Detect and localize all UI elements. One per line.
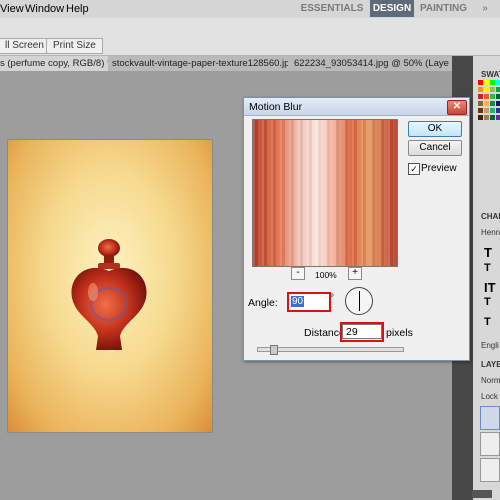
zoom-out-button[interactable]: - [291, 267, 305, 280]
blur-preview[interactable] [252, 119, 398, 267]
tab-label: stockvault-vintage-paper-texture128560.j… [112, 58, 288, 69]
tracking-icon[interactable]: T [484, 296, 491, 308]
workspace-essentials[interactable]: ESSENTIALS [300, 0, 364, 17]
character-panel-tab[interactable]: CHAR [481, 212, 500, 221]
workspace-design[interactable]: DESIGN [370, 0, 414, 17]
swatches-grid[interactable] [478, 80, 500, 150]
motion-blur-dialog: Motion Blur ✕ - 100% + OK Cancel ✓ Previ… [243, 97, 470, 361]
baseline-icon[interactable]: T [484, 316, 491, 328]
panel-tray [472, 490, 492, 498]
slider-thumb[interactable] [270, 345, 278, 355]
document-tabs: s (perfume copy, RGB/8) *✕ stockvault-vi… [0, 56, 452, 71]
print-size-button[interactable]: Print Size [46, 38, 103, 54]
perfume-bottle-image [68, 236, 150, 360]
layer-row[interactable] [480, 406, 500, 430]
pixels-unit-label: pixels [386, 327, 413, 339]
swatches-panel-tab[interactable]: SWAT [481, 70, 500, 79]
fill-screen-button[interactable]: ll Screen [0, 38, 51, 54]
distance-highlight [340, 322, 384, 342]
menu-view[interactable]: View [0, 3, 24, 15]
angle-dial-indicator[interactable] [359, 291, 360, 311]
leading-icon[interactable]: IT [484, 280, 496, 295]
cancel-button[interactable]: Cancel [408, 140, 462, 156]
tab-paper-texture[interactable]: stockvault-vintage-paper-texture128560.j… [112, 56, 288, 71]
zoom-level: 100% [315, 270, 337, 280]
angle-label: Angle: [248, 297, 278, 309]
language-field[interactable]: Engli [481, 341, 499, 350]
text-size-icon[interactable]: T [484, 262, 491, 274]
tab-perfume-copy[interactable]: s (perfume copy, RGB/8) *✕ [0, 56, 108, 71]
workspace-painting[interactable]: PAINTING [420, 0, 467, 17]
distance-slider[interactable] [257, 345, 404, 355]
lock-label: Lock [481, 392, 498, 401]
layer-row[interactable] [480, 432, 500, 456]
preview-checkbox[interactable]: ✓ [408, 163, 420, 175]
font-family-field[interactable]: Henn [481, 228, 500, 237]
close-icon[interactable]: ✕ [447, 100, 467, 115]
layers-panel-tab[interactable]: LAYE [481, 360, 500, 369]
preview-label: Preview [421, 163, 457, 174]
angle-highlight [287, 292, 331, 312]
menu-bar: View Window Help ESSENTIALS DESIGN PAINT… [0, 0, 500, 18]
tab-label: s (perfume copy, RGB/8) * [0, 58, 108, 69]
workspace-more-icon[interactable]: » [470, 0, 500, 17]
options-bar: ll Screen Print Size [0, 18, 500, 56]
angle-dial[interactable] [345, 287, 373, 315]
ok-button[interactable]: OK [408, 121, 462, 137]
tab-622234[interactable]: 622234_93053414.jpg @ 50% (Laye [294, 56, 452, 71]
menu-help[interactable]: Help [66, 3, 89, 15]
zoom-in-button[interactable]: + [348, 267, 362, 280]
menu-window[interactable]: Window [25, 3, 64, 15]
text-tool-icon[interactable]: T [484, 245, 492, 260]
tab-label: 622234_93053414.jpg @ 50% (Laye [294, 58, 449, 69]
layer-row[interactable] [480, 458, 500, 482]
blend-mode-select[interactable]: Norm [481, 376, 500, 385]
dialog-titlebar[interactable]: Motion Blur ✕ [244, 98, 469, 116]
dialog-title: Motion Blur [249, 101, 303, 113]
